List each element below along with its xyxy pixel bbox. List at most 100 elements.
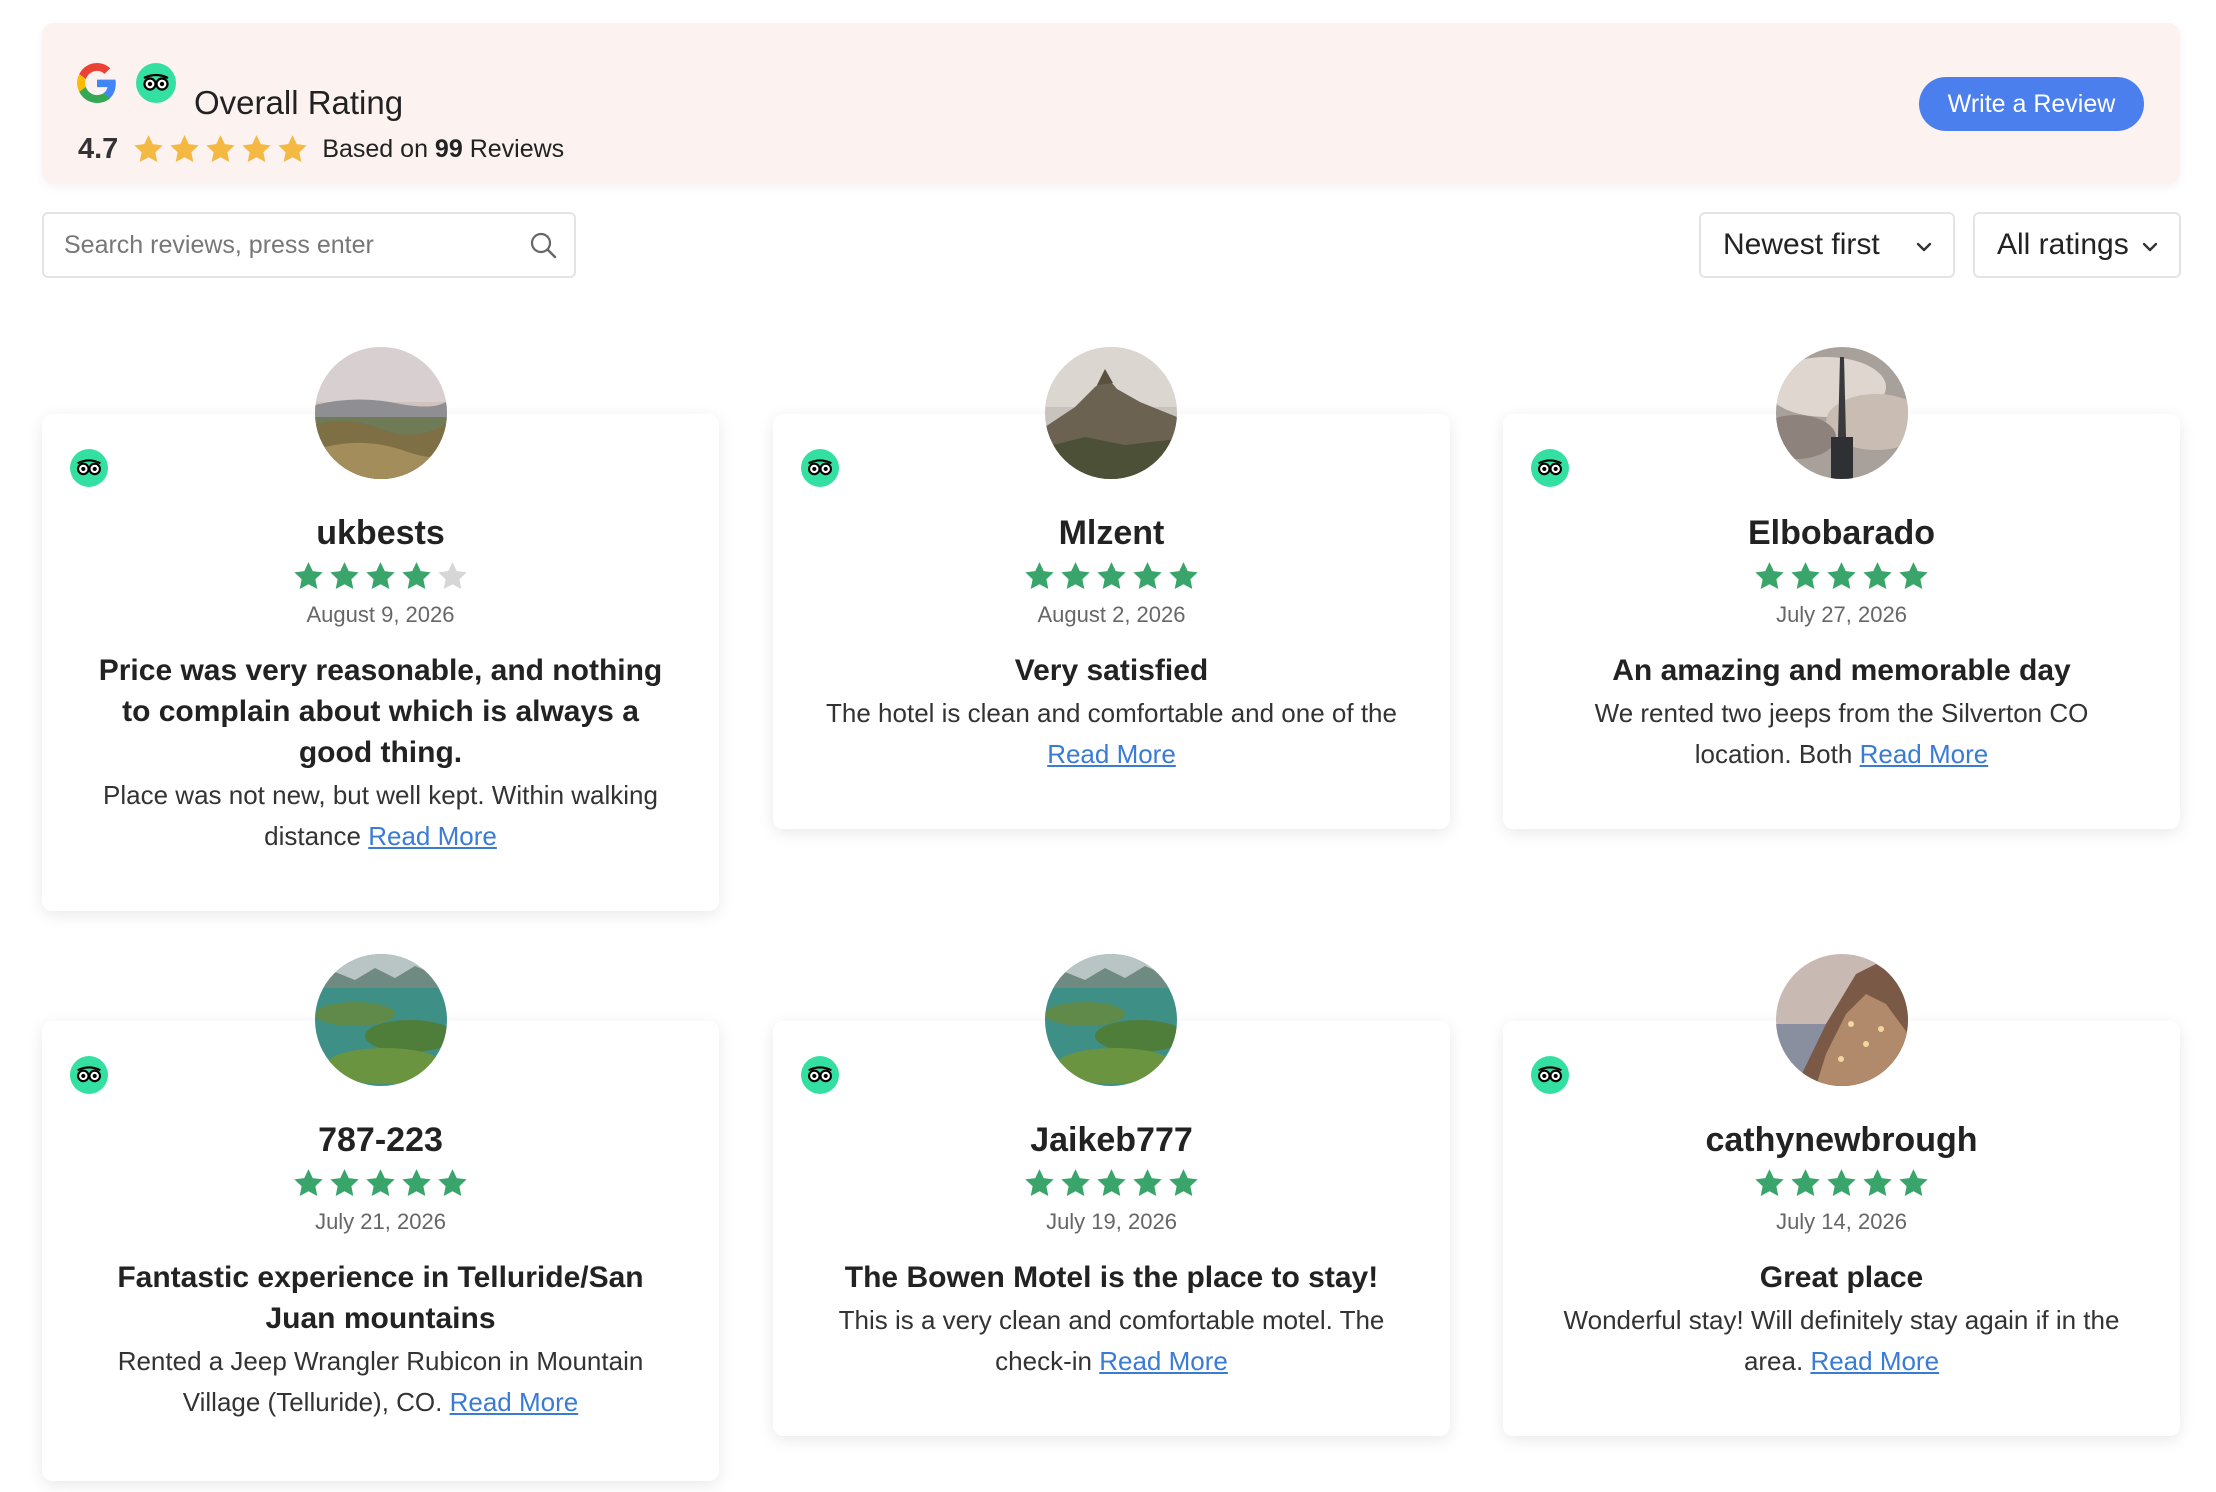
star-filled-icon: [366, 562, 395, 590]
star-filled-icon: [1133, 1169, 1162, 1197]
review-title: Great place: [1759, 1261, 1924, 1294]
star-filled-icon: [1061, 562, 1090, 590]
avatar-photo-cliff-town: [1776, 954, 1908, 1086]
reviewer-avatar[interactable]: [315, 954, 447, 1086]
tripadvisor-owl-icon: [1531, 1056, 1569, 1094]
avatar-photo-steeple: [1776, 347, 1908, 479]
star-filled-icon: [1791, 1169, 1820, 1197]
star-filled-icon: [1097, 562, 1126, 590]
star-icon: [278, 135, 307, 163]
review-star-rating: [1503, 1167, 2180, 1200]
star-filled-icon: [1899, 562, 1928, 590]
overall-rating-header: Overall Rating 4.7 Based on 99 Reviews W…: [42, 23, 2180, 184]
review-star-rating: [1503, 560, 2180, 593]
reviewer-avatar[interactable]: [1776, 954, 1908, 1086]
review-date: July 19, 2026: [1046, 1209, 1177, 1234]
review-text: Place was not new, but well kept. Within…: [82, 775, 679, 857]
search-input[interactable]: [64, 222, 534, 268]
star-filled-icon: [402, 1169, 431, 1197]
chevron-down-icon: [1916, 242, 1932, 252]
avatar-photo-islands: [315, 954, 447, 1086]
star-filled-icon: [1863, 562, 1892, 590]
search-icon[interactable]: [528, 230, 560, 262]
star-filled-icon: [1025, 562, 1054, 590]
star-filled-icon: [1097, 1169, 1126, 1197]
read-more-link[interactable]: Read More: [450, 1387, 579, 1417]
write-review-button[interactable]: Write a Review: [1919, 77, 2144, 131]
tripadvisor-owl-icon: [70, 1056, 108, 1094]
star-filled-icon: [402, 562, 431, 590]
review-star-rating: [42, 1167, 719, 1200]
review-title: An amazing and memorable day: [1612, 654, 2071, 687]
star-filled-icon: [1791, 562, 1820, 590]
review-excerpt: We rented two jeeps from the Silverton C…: [1594, 698, 2089, 769]
reviewer-name: Mlzent: [1058, 514, 1165, 552]
tripadvisor-icon: [801, 449, 839, 487]
star-icon: [242, 135, 271, 163]
review-text: Wonderful stay! Will definitely stay aga…: [1543, 1300, 2140, 1382]
sort-selected-value: Newest first: [1723, 228, 1880, 261]
reviewer-name: ukbests: [316, 514, 445, 552]
header-star-rating: [132, 133, 309, 166]
tripadvisor-owl-icon: [70, 449, 108, 487]
read-more-link[interactable]: Read More: [1810, 1346, 1939, 1376]
avatar-photo-coast: [315, 347, 447, 479]
star-filled-icon: [1899, 1169, 1928, 1197]
reviewer-avatar[interactable]: [315, 347, 447, 479]
reviewer-avatar[interactable]: [1045, 347, 1177, 479]
review-star-rating: [773, 1167, 1450, 1200]
tripadvisor-icon: [1531, 449, 1569, 487]
read-more-link[interactable]: Read More: [1047, 739, 1176, 769]
tripadvisor-owl-icon: [1531, 449, 1569, 487]
star-filled-icon: [438, 1169, 467, 1197]
review-date: July 14, 2026: [1776, 1209, 1907, 1234]
chevron-down-icon: [2142, 242, 2158, 252]
star-icon: [134, 135, 163, 163]
review-text: Rented a Jeep Wrangler Rubicon in Mounta…: [82, 1341, 679, 1423]
reviewer-avatar[interactable]: [1776, 347, 1908, 479]
review-text: We rented two jeeps from the Silverton C…: [1543, 693, 2140, 775]
average-rating: 4.7: [78, 133, 119, 165]
star-filled-icon: [1025, 1169, 1054, 1197]
based-on-prefix: Based on: [322, 135, 428, 163]
star-filled-icon: [1863, 1169, 1892, 1197]
filter-selected-value: All ratings: [1997, 228, 2129, 261]
reviewer-name: Elbobarado: [1747, 514, 1936, 552]
rating-filter-select[interactable]: All ratings: [1973, 212, 2181, 278]
read-more-link[interactable]: Read More: [368, 821, 497, 851]
rating-summary: 4.7 Based on 99 Reviews: [78, 133, 564, 166]
star-filled-icon: [1169, 1169, 1198, 1197]
review-date: July 21, 2026: [315, 1209, 446, 1234]
star-filled-icon: [1133, 562, 1162, 590]
review-title: The Bowen Motel is the place to stay!: [844, 1261, 1379, 1294]
reviewer-name: cathynewbrough: [1705, 1121, 1978, 1159]
star-filled-icon: [294, 1169, 323, 1197]
tripadvisor-icon: [136, 63, 176, 103]
sort-select[interactable]: Newest first: [1699, 212, 1955, 278]
reviewer-name: Jaikeb777: [1030, 1121, 1193, 1159]
star-filled-icon: [1827, 562, 1856, 590]
overall-rating-title: Overall Rating: [194, 84, 404, 121]
source-logos: [77, 63, 176, 103]
review-text: The hotel is clean and comfortable and o…: [813, 693, 1410, 775]
tripadvisor-owl-icon: [801, 449, 839, 487]
reviewer-avatar[interactable]: [1045, 954, 1177, 1086]
tripadvisor-icon: [801, 1056, 839, 1094]
star-empty-icon: [438, 562, 467, 590]
review-text: This is a very clean and comfortable mot…: [813, 1300, 1410, 1382]
star-filled-icon: [330, 562, 359, 590]
star-filled-icon: [366, 1169, 395, 1197]
search-box: [42, 212, 576, 278]
read-more-link[interactable]: Read More: [1099, 1346, 1228, 1376]
read-more-link[interactable]: Read More: [1860, 739, 1989, 769]
avatar-photo-hilltop-village: [1045, 347, 1177, 479]
star-filled-icon: [1755, 1169, 1784, 1197]
star-filled-icon: [330, 1169, 359, 1197]
review-count: 99: [434, 135, 463, 163]
star-icon: [206, 135, 235, 163]
review-title: Price was very reasonable, and nothing t…: [98, 654, 663, 769]
star-filled-icon: [1061, 1169, 1090, 1197]
review-date: August 9, 2026: [306, 602, 455, 627]
review-card: ukbests August 9, 2026 Price was very re…: [42, 414, 719, 911]
review-star-rating: [773, 560, 1450, 593]
